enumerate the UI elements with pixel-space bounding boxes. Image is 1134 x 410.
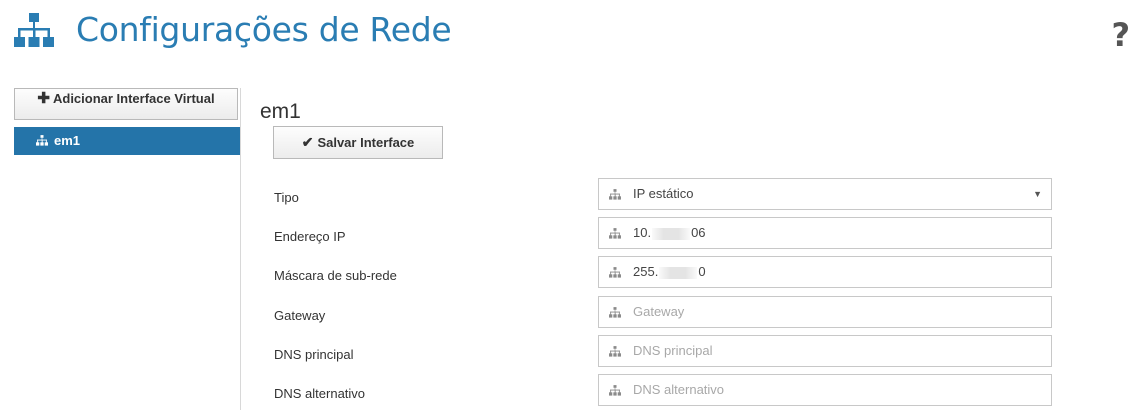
sidebar-item-em1[interactable]: em1 bbox=[14, 127, 240, 155]
redaction-mask bbox=[652, 227, 691, 240]
field-label: DNS principal bbox=[274, 347, 354, 362]
field-row-netmask: Máscara de sub-rede 255. 0 bbox=[260, 256, 1134, 288]
dns-primary-input[interactable]: DNS principal bbox=[598, 335, 1052, 367]
network-icon bbox=[14, 13, 54, 47]
network-icon bbox=[609, 267, 621, 278]
field-label: Máscara de sub-rede bbox=[274, 268, 397, 283]
ip-value-prefix: 10. bbox=[633, 225, 652, 240]
field-label: Endereço IP bbox=[274, 229, 346, 244]
dns-alternative-placeholder: DNS alternativo bbox=[633, 382, 725, 397]
redaction-mask bbox=[659, 266, 698, 279]
plus-icon: ✚ bbox=[37, 90, 50, 107]
save-interface-label: Salvar Interface bbox=[317, 135, 415, 150]
field-row-gateway: Gateway Gateway bbox=[260, 296, 1134, 328]
netmask-input[interactable]: 255. 0 bbox=[598, 256, 1052, 288]
gateway-placeholder: Gateway bbox=[633, 304, 685, 319]
netmask-value-suffix: 0 bbox=[698, 264, 706, 279]
sidebar-item-label: em1 bbox=[54, 133, 81, 148]
network-icon bbox=[36, 135, 48, 146]
add-virtual-interface-button[interactable]: ✚ Adicionar Interface Virtual bbox=[14, 88, 238, 120]
ip-value-suffix: 06 bbox=[691, 225, 706, 240]
select-value: IP estático bbox=[633, 186, 694, 201]
field-label: Gateway bbox=[274, 308, 326, 323]
netmask-value-prefix: 255. bbox=[633, 264, 659, 279]
field-row-dns-primary: DNS principal DNS principal bbox=[260, 335, 1134, 367]
field-row-tipo: Tipo IP estático ▼ bbox=[260, 178, 1134, 210]
caret-down-icon: ▼ bbox=[1033, 189, 1042, 199]
field-label: Tipo bbox=[274, 190, 299, 205]
save-interface-button[interactable]: ✔ Salvar Interface bbox=[273, 126, 443, 159]
gateway-input[interactable]: Gateway bbox=[598, 296, 1052, 328]
network-icon bbox=[609, 385, 621, 396]
sidebar: ✚ Adicionar Interface Virtual em1 bbox=[14, 88, 241, 410]
type-select[interactable]: IP estático ▼ bbox=[598, 178, 1052, 210]
dns-alternative-input[interactable]: DNS alternativo bbox=[598, 374, 1052, 406]
ip-address-input[interactable]: 10. 06 bbox=[598, 217, 1052, 249]
page-title: Configurações de Rede bbox=[76, 10, 452, 49]
page-header: Configurações de Rede ? bbox=[0, 0, 1134, 76]
network-icon bbox=[609, 189, 621, 200]
network-icon bbox=[609, 346, 621, 357]
help-button[interactable]: ? bbox=[1111, 16, 1130, 54]
network-icon bbox=[609, 228, 621, 239]
check-icon: ✔ bbox=[301, 134, 314, 150]
network-icon bbox=[609, 307, 621, 318]
add-virtual-interface-label: Adicionar Interface Virtual bbox=[52, 91, 215, 106]
field-row-ip: Endereço IP 10. 06 bbox=[260, 217, 1134, 249]
interface-title: em1 bbox=[260, 100, 301, 123]
interface-panel: em1 ✔ Salvar Interface Tipo IP estático ▼… bbox=[260, 88, 1134, 410]
dns-primary-placeholder: DNS principal bbox=[633, 343, 713, 358]
field-row-dns-alternative: DNS alternativo DNS alternativo bbox=[260, 374, 1134, 406]
field-label: DNS alternativo bbox=[274, 386, 366, 401]
